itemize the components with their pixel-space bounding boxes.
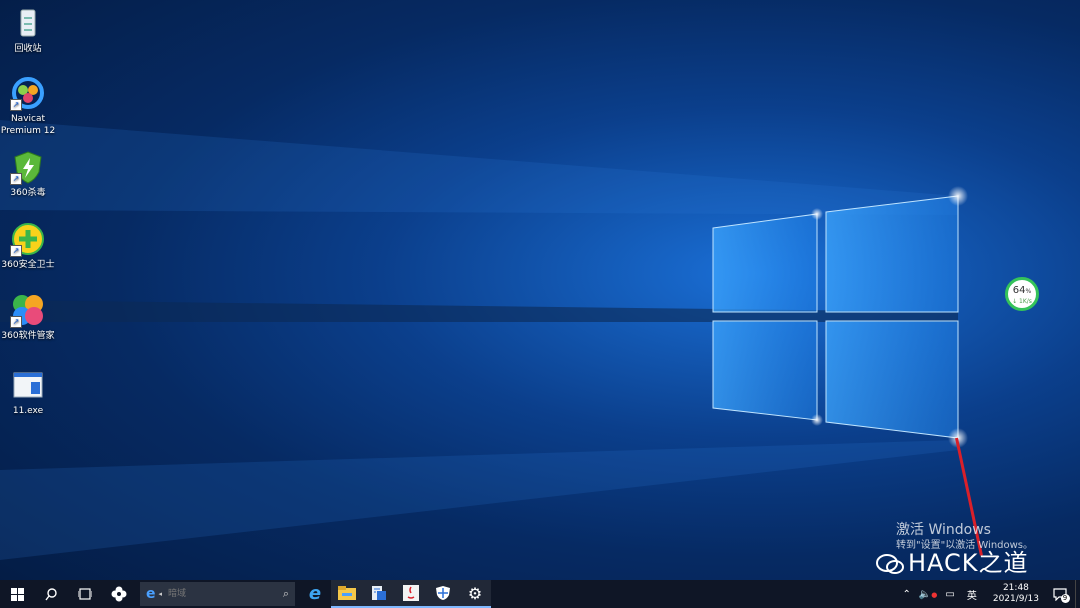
shortcut-arrow-icon: ↗ [10,245,22,257]
windows-start-icon [10,587,24,601]
desktop-icon-recycle-bin[interactable]: 回收站 [0,6,56,55]
shortcut-arrow-icon: ↗ [10,316,22,328]
speaker-muted-icon[interactable]: 🔈● [915,589,942,600]
360-antivirus-shield-icon: ↗ [10,150,45,185]
file-explorer-icon [338,586,356,600]
system-tray: ⌃ 🔈● ▭ 英 21:48 2021/9/13 9 [898,580,1080,608]
desktop-icon-label: 回收站 [14,44,42,54]
clock-date: 2021/9/13 [992,594,1039,604]
desktop-wallpaper [0,0,1080,580]
pinwheel-icon [111,586,127,602]
navicat-icon: ↗ [10,76,45,111]
search-magnifier-icon: ⌕ [282,587,289,600]
ie-search-icon: e [146,586,156,602]
taskbar-app-ie[interactable]: e [299,580,331,608]
wechat-icon [876,554,904,574]
start-button[interactable] [0,580,34,608]
show-desktop-button[interactable] [1075,580,1080,608]
desktop-icon-navicat[interactable]: ↗ Navicat Premium 12 [0,76,56,137]
taskbar-app-task-manager[interactable] [363,580,395,608]
tray-expand-chevron-icon[interactable]: ⌃ [898,589,914,600]
desktop-icon-label: Navicat [10,114,46,124]
search-dropdown-icon: ◂ [158,590,163,598]
task-view-button[interactable] [68,580,102,608]
widget-unit: % [1025,288,1032,295]
desktop-icon-label: 360杀毒 [10,188,46,198]
recycle-bin-icon [11,6,45,40]
taskbar-app-settings[interactable]: ⚙ [459,580,491,608]
desktop-icon-360-antivirus[interactable]: ↗ 360杀毒 [0,150,56,199]
desktop-icon-360-security[interactable]: ↗ 360安全卫士 [0,222,56,271]
desktop-icon-11-exe[interactable]: 11.exe [0,368,56,417]
watermark-text: HACK之道 [908,549,1029,577]
desktop-icon-label: 11.exe [12,406,44,416]
shortcut-arrow-icon: ↗ [10,99,22,111]
search-button[interactable] [34,580,68,608]
search-icon [44,587,57,600]
pinwheel-app-button[interactable] [102,580,136,608]
clock-time: 21:48 [1002,583,1029,593]
network-icon[interactable]: ▭ [941,589,958,600]
windows-logo-light [0,120,968,560]
desktop-icon-label: 360安全卫士 [1,260,55,270]
taskbar-app-file-explorer[interactable] [331,580,363,608]
task-view-icon [78,588,92,600]
network-speed-widget[interactable]: 64% ↓ 1K/s [1005,277,1039,311]
search-input[interactable] [166,588,261,600]
taskbar-search-box[interactable]: e ◂ ⌕ [140,582,295,606]
taskbar-app-defender[interactable] [427,580,459,608]
input-method-indicator[interactable]: 英 [959,587,985,602]
defender-shield-icon [436,586,450,600]
taskbar: e ◂ ⌕ e ⚙ ⌃ 🔈● ▭ 英 21:48 2021/9/13 9 [0,580,1080,608]
exe-window-icon [11,368,45,402]
task-manager-icon [372,586,386,600]
widget-percent: 64 [1012,285,1026,296]
java-app-icon [403,585,419,601]
notification-count-badge: 9 [1060,593,1070,603]
taskbar-clock[interactable]: 21:48 2021/9/13 [985,583,1047,605]
settings-gear-icon: ⚙ [467,583,483,603]
desktop-icon-360-software-manager[interactable]: ↗ 360软件管家 [0,293,56,342]
widget-speed: ↓ 1K/s [1012,298,1032,305]
360-software-manager-icon: ↗ [10,293,45,328]
desktop-icon-label: Premium 12 [0,126,56,136]
ie-icon: e [308,582,322,604]
360-security-guard-icon: ↗ [10,222,45,257]
taskbar-app-java[interactable] [395,580,427,608]
notification-center-button[interactable]: 9 [1047,580,1075,608]
activation-title: 激活 Windows [896,522,991,538]
shortcut-arrow-icon: ↗ [10,173,22,185]
desktop-icon-label: 360软件管家 [1,331,55,341]
wechat-watermark: HACK之道 [876,543,1029,578]
